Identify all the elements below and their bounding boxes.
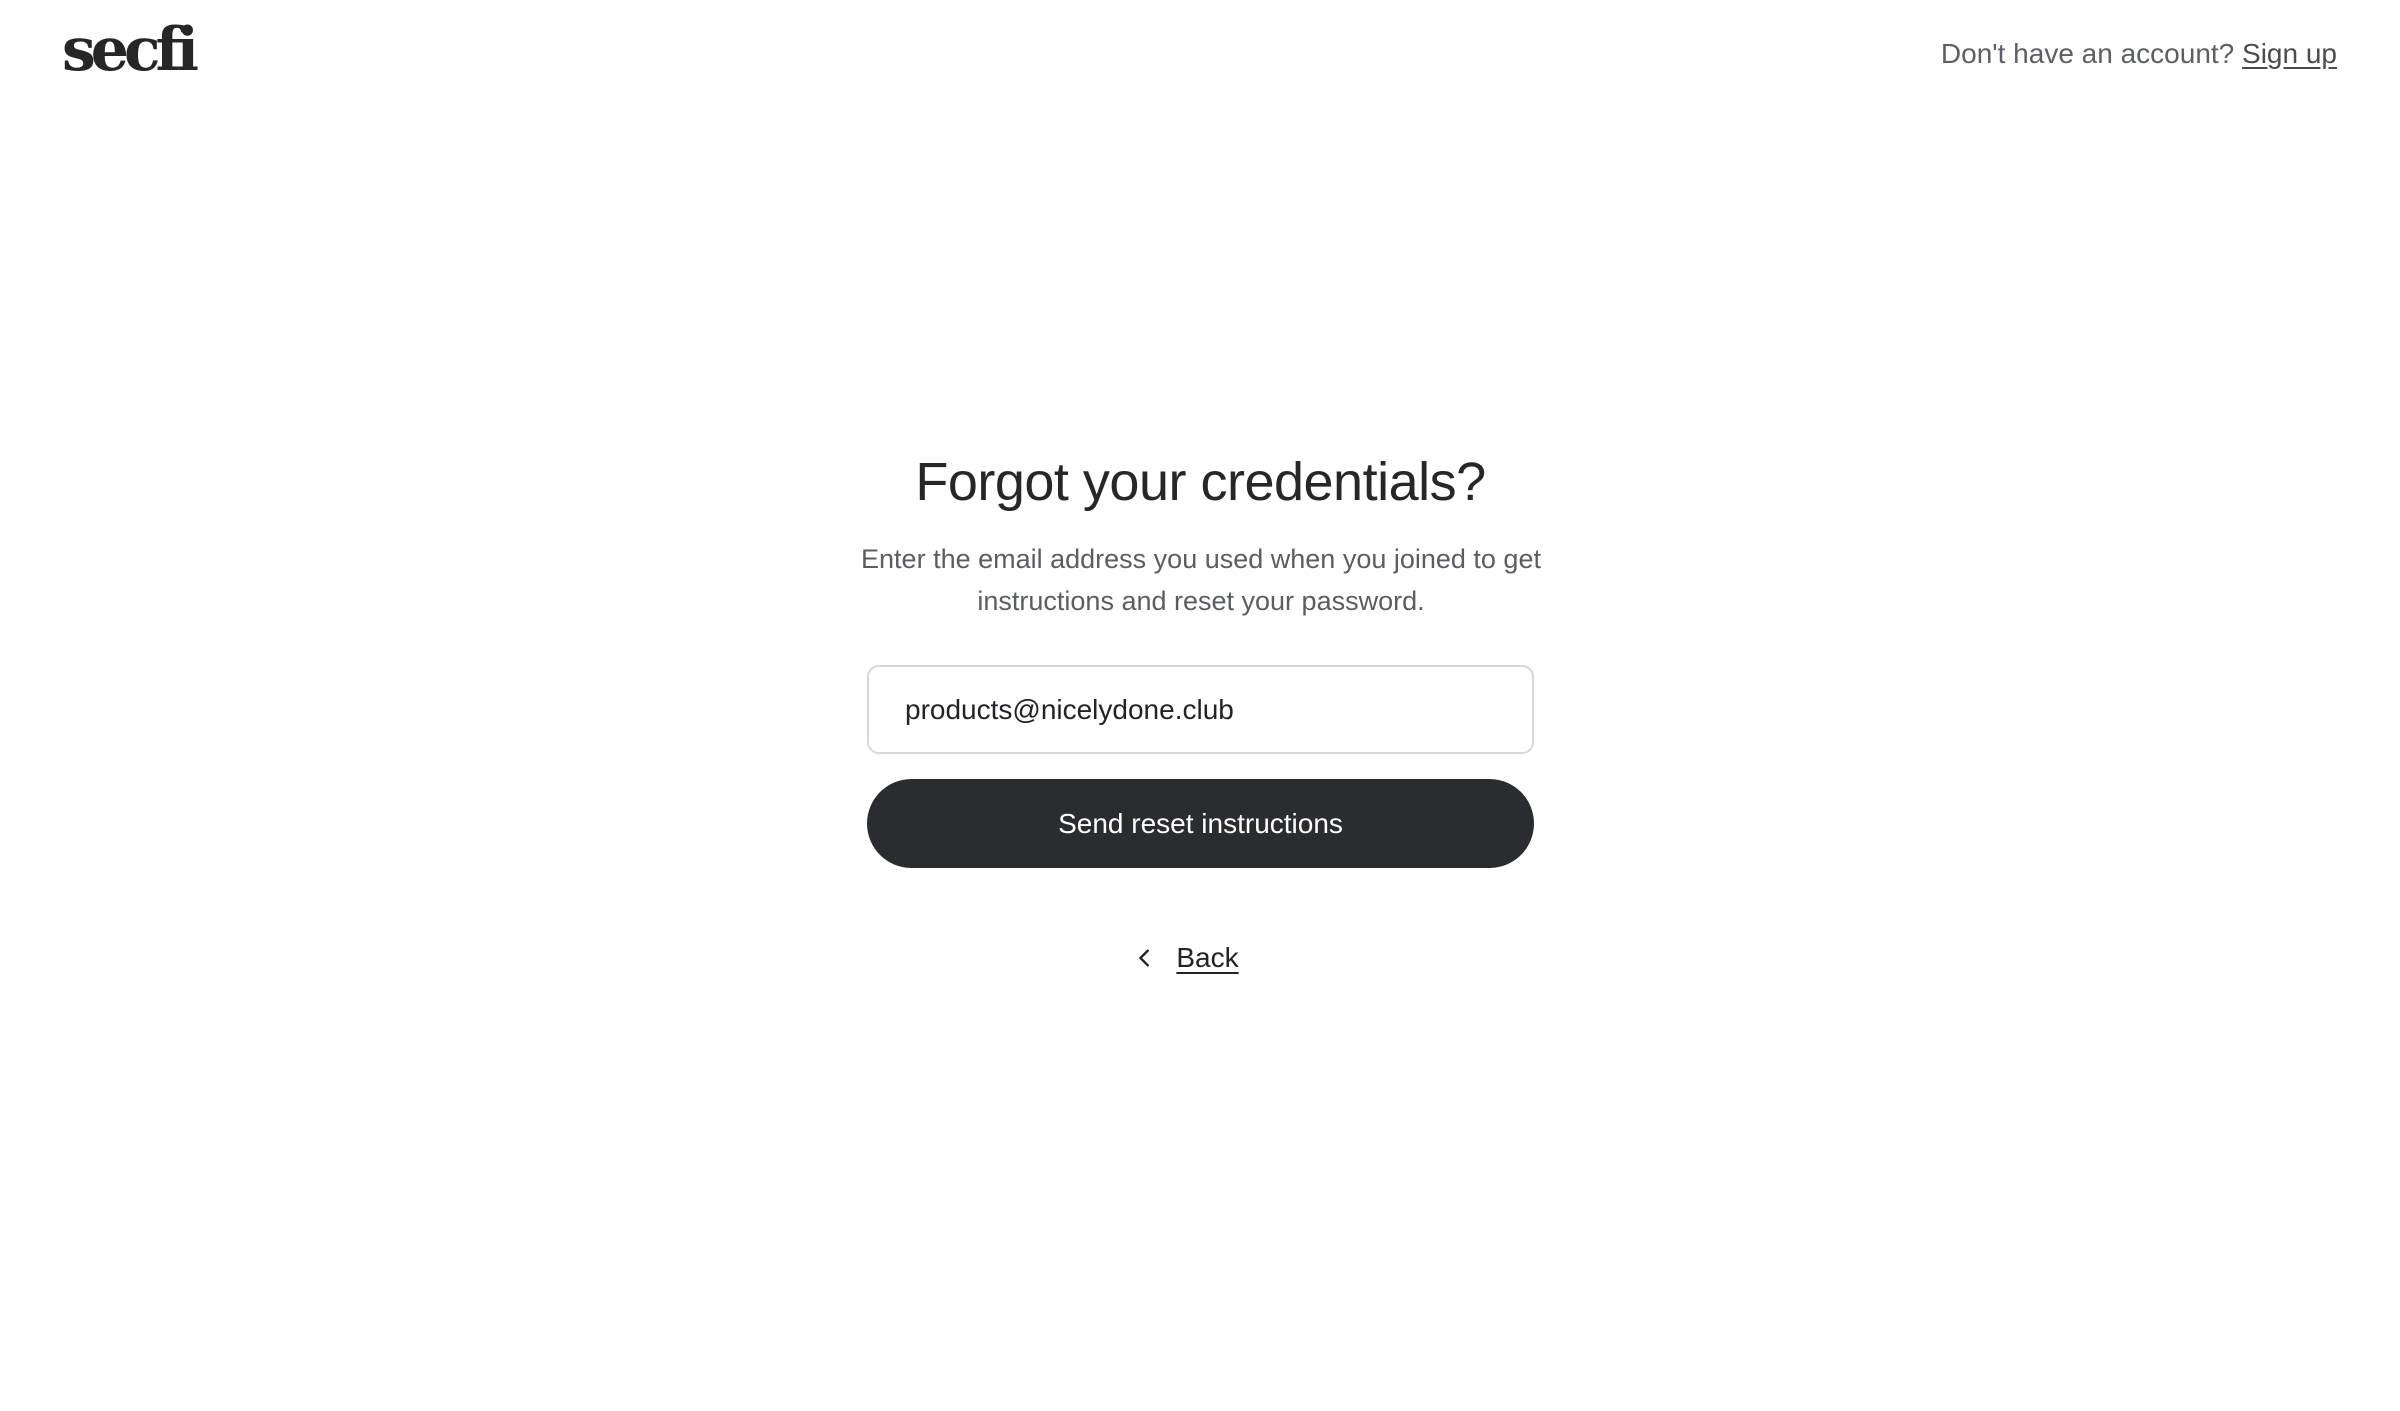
signup-link[interactable]: Sign up bbox=[2242, 38, 2337, 69]
page-subtitle: Enter the email address you used when yo… bbox=[861, 544, 1541, 616]
email-input[interactable] bbox=[867, 665, 1534, 754]
reset-form: Forgot your credentials? Enter the email… bbox=[861, 440, 1541, 974]
page-title: Forgot your credentials? bbox=[915, 452, 1486, 512]
signup-prompt: Don't have an account? Sign up bbox=[1941, 34, 2337, 74]
secfi-logo[interactable]: secfi bbox=[62, 14, 199, 86]
send-reset-instructions-button[interactable]: Send reset instructions bbox=[867, 779, 1534, 868]
send-reset-instructions-label: Send reset instructions bbox=[1058, 807, 1343, 839]
chevron-left-icon bbox=[1139, 949, 1150, 967]
account-prompt-text: Don't have an account? bbox=[1940, 38, 2235, 69]
back-link[interactable]: Back bbox=[867, 942, 1534, 974]
forgot-password-page: secfi Don't have an account? Sign up For… bbox=[0, 0, 2400, 1411]
back-label: Back bbox=[1176, 942, 1239, 973]
